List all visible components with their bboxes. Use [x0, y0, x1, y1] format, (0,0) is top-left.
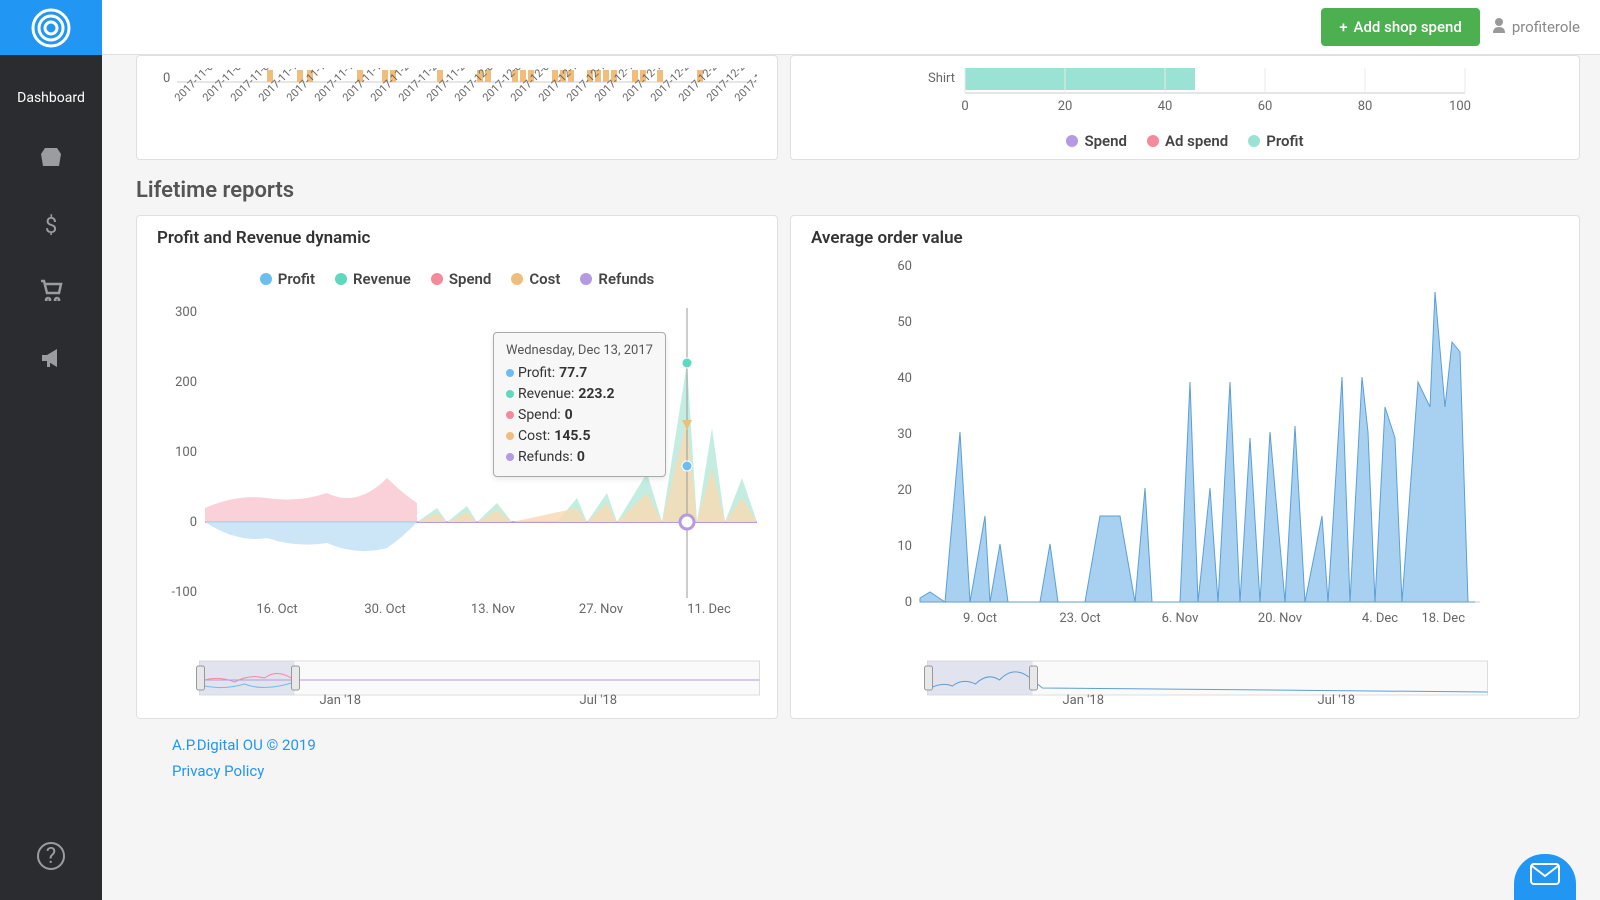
profit-area-chart[interactable]: 300 200 100 0 -100 — [157, 298, 757, 618]
svg-text:Jan '18: Jan '18 — [320, 693, 362, 706]
svg-text:11. Dec: 11. Dec — [687, 602, 731, 617]
svg-text:80: 80 — [1358, 99, 1373, 114]
add-shop-spend-button[interactable]: + Add shop spend — [1321, 8, 1480, 46]
y-zero-label: 0 — [163, 71, 170, 86]
user-icon — [1492, 17, 1506, 37]
profit-bar — [965, 68, 1195, 90]
card-title: Average order value — [811, 228, 1559, 248]
help-button[interactable]: ? — [37, 842, 65, 870]
sidebar: Dashboard $ ? — [0, 0, 102, 900]
sidebar-item-shop[interactable] — [0, 126, 102, 194]
legend-spend[interactable]: Spend — [431, 270, 492, 288]
legend-profit[interactable]: Profit — [260, 270, 315, 288]
aov-chart[interactable]: 60 50 40 30 20 10 0 9. Oct 23. Oct 6. No… — [811, 252, 1559, 632]
mail-fab[interactable] — [1514, 854, 1576, 900]
svg-text:40: 40 — [1158, 99, 1173, 114]
brand-logo[interactable] — [0, 0, 102, 55]
svg-text:-100: -100 — [171, 585, 197, 600]
card-title: Profit and Revenue dynamic — [157, 228, 757, 248]
svg-text:0: 0 — [905, 595, 912, 610]
svg-text:Jan '18: Jan '18 — [1063, 693, 1105, 706]
legend-ad-spend[interactable]: Ad spend — [1147, 132, 1228, 150]
footer-privacy[interactable]: Privacy Policy — [172, 759, 1580, 785]
legend-spend[interactable]: Spend — [1066, 132, 1127, 150]
profit-revenue-card: Profit and Revenue dynamic Profit Revenu… — [136, 215, 778, 719]
svg-text:20: 20 — [1058, 99, 1073, 114]
svg-text:6. Nov: 6. Nov — [1162, 611, 1200, 626]
svg-text:60: 60 — [897, 259, 912, 274]
username: profiterole — [1512, 18, 1580, 36]
range-navigator[interactable]: Jan '18 Jul '18 — [846, 658, 1569, 706]
svg-text:0: 0 — [190, 515, 197, 530]
help-icon: ? — [46, 844, 56, 869]
button-label: Add shop spend — [1354, 18, 1462, 36]
footer: A.P.Digital OU © 2019 Privacy Policy — [136, 719, 1580, 784]
svg-text:Jul '18: Jul '18 — [1318, 693, 1356, 706]
top-right-legend: Spend Ad spend Profit — [811, 132, 1559, 150]
svg-text:13. Nov: 13. Nov — [471, 602, 516, 617]
user-menu[interactable]: profiterole — [1492, 17, 1580, 37]
svg-text:40: 40 — [897, 371, 912, 386]
svg-text:100: 100 — [175, 445, 197, 460]
legend-refunds[interactable]: Refunds — [580, 270, 654, 288]
section-lifetime: Lifetime reports — [136, 178, 1580, 203]
hbar-chart[interactable]: Shirt 0 20 40 60 80 100 — [811, 68, 1559, 128]
legend-revenue[interactable]: Revenue — [335, 270, 411, 288]
category-label: Shirt — [928, 71, 955, 86]
sidebar-item-label: Dashboard — [17, 90, 85, 106]
svg-text:100: 100 — [1449, 99, 1471, 114]
svg-text:18. Dec: 18. Dec — [1422, 611, 1466, 626]
svg-text:4. Dec: 4. Dec — [1362, 611, 1398, 626]
svg-text:300: 300 — [175, 305, 197, 320]
svg-text:9. Oct: 9. Oct — [963, 611, 997, 626]
megaphone-icon — [39, 347, 63, 375]
footer-copyright[interactable]: A.P.Digital OU © 2019 — [172, 733, 1580, 759]
svg-text:30. Oct: 30. Oct — [364, 602, 405, 617]
bag-icon — [39, 146, 63, 174]
top-right-chart: Shirt 0 20 40 60 80 100 — [790, 55, 1580, 160]
svg-text:20: 20 — [897, 483, 912, 498]
x-ticks: 2017-11-01 2017-11-04 2017-11-07 2017-11… — [172, 68, 757, 104]
dollar-icon: $ — [45, 214, 57, 239]
top-small-chart: 0 2017-11-01 — [136, 55, 778, 160]
svg-text:16. Oct: 16. Oct — [256, 602, 297, 617]
svg-text:27. Nov: 27. Nov — [579, 602, 624, 617]
range-navigator[interactable]: Jan '18 Jul '18 — [192, 658, 767, 706]
svg-text:200: 200 — [175, 375, 197, 390]
tooltip-date: Wednesday, Dec 13, 2017 — [506, 341, 653, 361]
svg-text:50: 50 — [897, 315, 912, 330]
legend-cost[interactable]: Cost — [511, 270, 560, 288]
legend-profit[interactable]: Profit — [1248, 132, 1303, 150]
profit-legend: Profit Revenue Spend Cost Refunds — [157, 270, 757, 288]
plus-icon: + — [1339, 18, 1347, 36]
svg-text:20. Nov: 20. Nov — [1258, 611, 1303, 626]
topbar: + Add shop spend profiterole — [102, 0, 1600, 55]
sidebar-item-cart[interactable] — [0, 259, 102, 327]
sidebar-item-dashboard[interactable]: Dashboard — [0, 70, 102, 126]
bar-chart-top[interactable]: 0 2017-11-01 — [157, 68, 757, 158]
svg-text:0: 0 — [961, 99, 968, 114]
sidebar-item-announce[interactable] — [0, 327, 102, 395]
svg-text:23. Oct: 23. Oct — [1059, 611, 1100, 626]
sidebar-item-money[interactable]: $ — [0, 194, 102, 259]
svg-text:10: 10 — [897, 539, 912, 554]
svg-text:30: 30 — [897, 427, 912, 442]
chart-tooltip: Wednesday, Dec 13, 2017 Profit: 77.7 Rev… — [493, 332, 666, 477]
aov-card: Average order value 60 50 40 30 20 10 0 … — [790, 215, 1580, 719]
svg-text:60: 60 — [1258, 99, 1273, 114]
mail-icon — [1530, 862, 1560, 892]
cart-icon — [39, 279, 63, 307]
svg-text:Jul '18: Jul '18 — [580, 693, 618, 706]
